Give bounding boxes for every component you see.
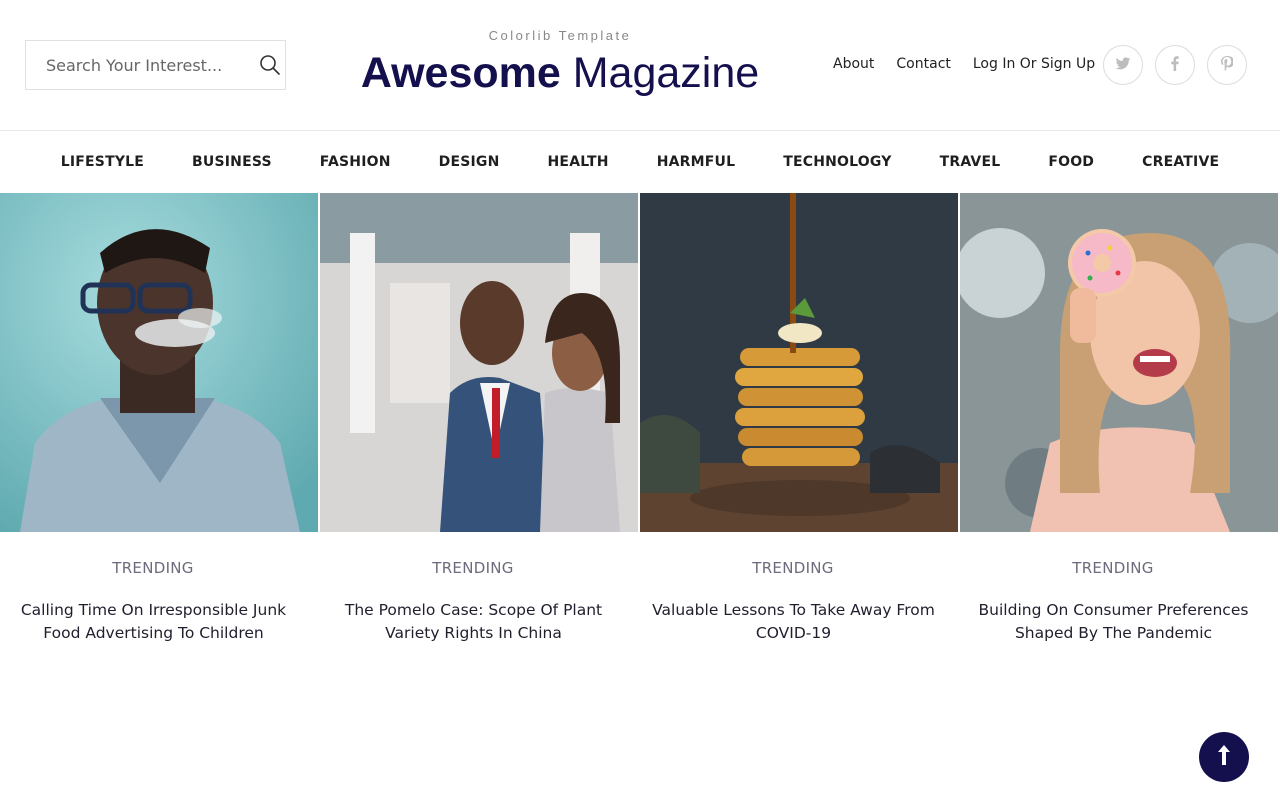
article-category[interactable]: TRENDING bbox=[0, 559, 306, 577]
contact-link[interactable]: Contact bbox=[896, 56, 950, 76]
article-category[interactable]: TRENDING bbox=[960, 559, 1266, 577]
twitter-icon bbox=[1115, 56, 1131, 75]
facebook-button[interactable] bbox=[1155, 45, 1195, 85]
article-title[interactable]: Calling Time On Irresponsible Junk Food … bbox=[10, 599, 297, 645]
article-image[interactable] bbox=[0, 193, 318, 532]
article-title[interactable]: Building On Consumer Preferences Shaped … bbox=[970, 599, 1257, 645]
pinterest-button[interactable] bbox=[1207, 45, 1247, 85]
article-card: TRENDING Calling Time On Irresponsible J… bbox=[0, 193, 318, 663]
nav-item-travel[interactable]: TRAVEL bbox=[940, 154, 1001, 170]
brand-title-strong: Awesome bbox=[360, 49, 561, 97]
search-box bbox=[25, 40, 286, 90]
category-nav: LIFESTYLE BUSINESS FASHION DESIGN HEALTH… bbox=[0, 131, 1280, 193]
article-card: TRENDING Building On Consumer Preference… bbox=[960, 193, 1278, 663]
twitter-button[interactable] bbox=[1103, 45, 1143, 85]
nav-item-technology[interactable]: TECHNOLOGY bbox=[783, 154, 891, 170]
nav-item-health[interactable]: HEALTH bbox=[548, 154, 609, 170]
nav-item-fashion[interactable]: FASHION bbox=[320, 154, 391, 170]
brand-title-light: Magazine bbox=[572, 49, 760, 97]
nav-item-lifestyle[interactable]: LIFESTYLE bbox=[61, 154, 144, 170]
brand-tagline: Colorlib Template bbox=[488, 28, 632, 43]
search-input[interactable] bbox=[26, 41, 236, 89]
article-card: TRENDING The Pomelo Case: Scope Of Plant… bbox=[320, 193, 638, 663]
back-to-top-button[interactable] bbox=[1199, 732, 1249, 782]
facebook-icon bbox=[1171, 55, 1179, 75]
arrow-up-icon bbox=[1216, 744, 1232, 770]
nav-item-harmful[interactable]: HARMFUL bbox=[657, 154, 736, 170]
article-image[interactable] bbox=[640, 193, 958, 532]
top-links: About Contact Log In Or Sign Up bbox=[833, 56, 1117, 76]
nav-item-creative[interactable]: CREATIVE bbox=[1142, 154, 1219, 170]
nav-item-design[interactable]: DESIGN bbox=[439, 154, 500, 170]
article-title[interactable]: Valuable Lessons To Take Away From COVID… bbox=[650, 599, 937, 645]
brand-title: Awesome Magazine bbox=[340, 45, 780, 101]
article-image[interactable] bbox=[960, 193, 1278, 532]
site-brand[interactable]: Colorlib Template Awesome Magazine bbox=[340, 28, 780, 101]
login-signup-link[interactable]: Log In Or Sign Up bbox=[973, 56, 1095, 76]
nav-item-food[interactable]: FOOD bbox=[1048, 154, 1094, 170]
article-category[interactable]: TRENDING bbox=[320, 559, 626, 577]
article-card: TRENDING Valuable Lessons To Take Away F… bbox=[640, 193, 958, 663]
site-header: Colorlib Template Awesome Magazine About… bbox=[0, 0, 1280, 131]
search-icon[interactable] bbox=[259, 54, 281, 76]
article-image[interactable] bbox=[320, 193, 638, 532]
article-category[interactable]: TRENDING bbox=[640, 559, 946, 577]
pinterest-icon bbox=[1221, 55, 1235, 75]
nav-item-business[interactable]: BUSINESS bbox=[192, 154, 272, 170]
article-title[interactable]: The Pomelo Case: Scope Of Plant Variety … bbox=[330, 599, 617, 645]
trending-cards: TRENDING Calling Time On Irresponsible J… bbox=[0, 193, 1280, 673]
about-link[interactable]: About bbox=[833, 56, 874, 76]
